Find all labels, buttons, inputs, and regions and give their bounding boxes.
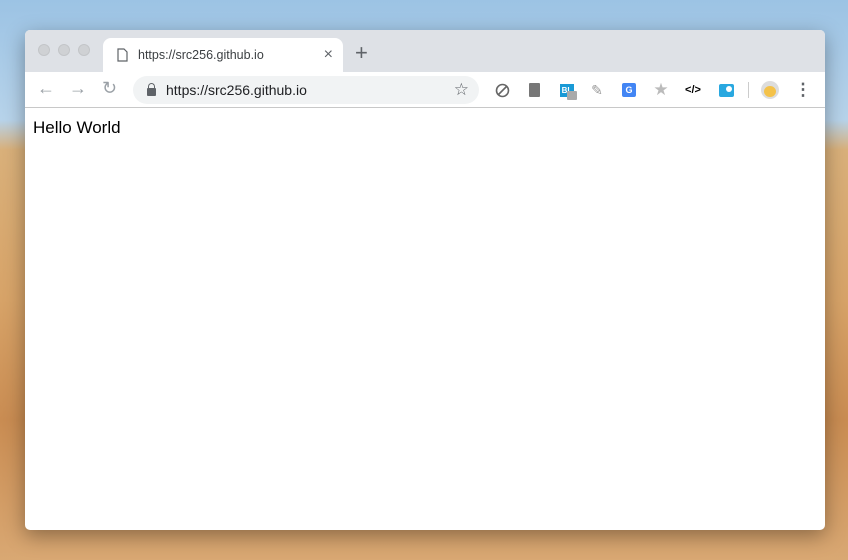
url-text: https://src256.github.io	[166, 82, 307, 98]
page-icon	[117, 48, 128, 62]
reload-button[interactable]: ↻	[102, 78, 117, 99]
back-button[interactable]: ←	[37, 78, 55, 99]
document-extension-icon[interactable]	[525, 81, 543, 99]
address-bar[interactable]: https://src256.github.io ☆	[133, 76, 479, 104]
camera-extension-icon[interactable]	[717, 81, 735, 99]
tab-active[interactable]: https://src256.github.io ×	[103, 38, 343, 72]
close-tab-icon[interactable]: ×	[324, 46, 333, 64]
menu-icon[interactable]: ⋮	[794, 80, 812, 99]
profile-avatar[interactable]	[761, 81, 779, 99]
new-tab-button[interactable]: +	[355, 40, 368, 66]
star-extension-icon[interactable]: ★	[652, 80, 670, 99]
tab-bar: https://src256.github.io × +	[25, 30, 825, 72]
toolbar-divider	[748, 82, 749, 98]
toolbar: ← → ↻ https://src256.github.io ☆ BL ✎ G …	[25, 72, 825, 108]
page-text: Hello World	[33, 118, 121, 137]
zoom-window-button[interactable]	[78, 44, 90, 56]
code-extension-icon[interactable]: </>	[684, 81, 702, 99]
block-icon[interactable]	[493, 81, 511, 99]
bl-extension-icon[interactable]: BL	[558, 81, 577, 100]
tab-title: https://src256.github.io	[138, 48, 264, 62]
forward-button[interactable]: →	[69, 78, 87, 99]
lock-icon	[147, 83, 156, 96]
close-window-button[interactable]	[38, 44, 50, 56]
browser-window: https://src256.github.io × + ← → ↻ https…	[25, 30, 825, 530]
page-content: Hello World	[25, 108, 825, 148]
bookmark-star-icon[interactable]: ☆	[454, 80, 469, 100]
google-translate-icon[interactable]: G	[620, 81, 638, 99]
pin-icon[interactable]: ✎	[588, 81, 606, 99]
minimize-window-button[interactable]	[58, 44, 70, 56]
